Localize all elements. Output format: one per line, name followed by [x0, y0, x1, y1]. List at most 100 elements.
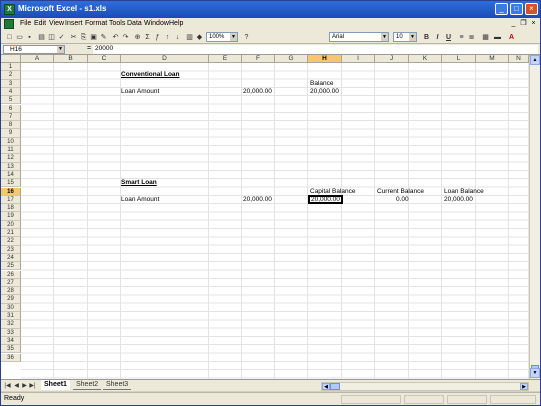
chart-wizard-icon[interactable]: ▥	[185, 33, 194, 42]
doc-close-button[interactable]: ×	[529, 20, 538, 29]
name-box[interactable]: H16 ▼	[3, 45, 65, 54]
chevron-down-icon[interactable]: ▼	[57, 46, 64, 53]
fill-color-icon[interactable]: ▬	[493, 33, 502, 42]
cell-h4[interactable]: 20,000.00	[310, 88, 339, 96]
row-header-2[interactable]: 2	[1, 71, 21, 80]
row-header-30[interactable]: 30	[1, 303, 21, 312]
column-header-g[interactable]: G	[275, 55, 308, 63]
spelling-icon[interactable]: ✓	[57, 33, 66, 42]
menu-view[interactable]: View	[49, 20, 64, 27]
row-header-12[interactable]: 12	[1, 154, 21, 163]
cell-l16[interactable]: 20,000.00	[444, 196, 473, 204]
row-header-19[interactable]: 19	[1, 212, 21, 221]
row-header-6[interactable]: 6	[1, 104, 21, 113]
workbook-icon[interactable]	[4, 19, 14, 29]
row-header-4[interactable]: 4	[1, 87, 21, 97]
function-icon[interactable]: ƒ	[153, 33, 162, 42]
menu-file[interactable]: File	[20, 20, 31, 27]
row-header-36[interactable]: 36	[1, 353, 21, 362]
menu-window[interactable]: Window	[144, 20, 169, 27]
row-header-16[interactable]: 16	[1, 187, 21, 196]
active-cell-h16[interactable]: 20,000.00	[308, 195, 343, 205]
cell-h3[interactable]: Balance	[310, 80, 334, 88]
cell-d14[interactable]: Smart Loan	[121, 179, 157, 187]
row-header-35[interactable]: 35	[1, 345, 21, 354]
bold-button[interactable]: B	[422, 33, 431, 42]
scroll-right-icon[interactable]: ▶	[520, 383, 528, 390]
formula-input[interactable]: 20000	[93, 45, 538, 54]
print-preview-icon[interactable]: ◫	[47, 33, 56, 42]
title-bar[interactable]: X Microsoft Excel - s1.xls _ □ ×	[1, 1, 540, 18]
doc-minimize-button[interactable]: _	[509, 20, 518, 29]
row-header-11[interactable]: 11	[1, 146, 21, 155]
align-left-icon[interactable]: ≡	[457, 33, 466, 42]
chevron-down-icon[interactable]: ▼	[409, 33, 416, 41]
hyperlink-icon[interactable]: ⊕	[133, 33, 142, 42]
help-icon[interactable]: ?	[242, 33, 251, 42]
column-header-e[interactable]: E	[209, 55, 242, 63]
italic-button[interactable]: I	[433, 33, 442, 42]
cell-d2[interactable]: Conventional Loan	[121, 71, 180, 79]
row-header-26[interactable]: 26	[1, 270, 21, 279]
align-center-icon[interactable]: ≣	[467, 33, 476, 42]
row-header-14[interactable]: 14	[1, 170, 21, 180]
column-header-i[interactable]: I	[342, 55, 375, 63]
cell-l15[interactable]: Loan Balance	[444, 188, 484, 196]
menu-data[interactable]: Data	[127, 20, 142, 27]
menu-tools[interactable]: Tools	[109, 20, 125, 27]
drawing-icon[interactable]: ◆	[195, 33, 204, 42]
row-header-22[interactable]: 22	[1, 237, 21, 246]
row-header-27[interactable]: 27	[1, 278, 21, 288]
borders-icon[interactable]: ▦	[481, 33, 490, 42]
cut-icon[interactable]: ✂	[69, 33, 78, 42]
print-icon[interactable]: ▤	[37, 33, 46, 42]
row-header-23[interactable]: 23	[1, 245, 21, 254]
row-header-21[interactable]: 21	[1, 229, 21, 238]
column-header-j[interactable]: J	[375, 55, 409, 63]
row-header-13[interactable]: 13	[1, 162, 21, 171]
font-select[interactable]: Arial ▼	[329, 32, 389, 42]
column-header-k[interactable]: K	[409, 55, 442, 63]
cell-f16[interactable]: 20,000.00	[243, 196, 272, 204]
sheet-tab-sheet2[interactable]: Sheet2	[73, 380, 102, 390]
row-header-20[interactable]: 20	[1, 220, 21, 229]
row-header-15[interactable]: 15	[1, 179, 21, 188]
select-all-button[interactable]	[1, 55, 21, 63]
row-header-25[interactable]: 25	[1, 262, 21, 271]
last-sheet-icon[interactable]: ▶|	[29, 382, 36, 390]
row-header-33[interactable]: 33	[1, 328, 21, 337]
menu-format[interactable]: Format	[85, 20, 107, 27]
sort-ascending-icon[interactable]: ↑	[163, 33, 172, 42]
chevron-down-icon[interactable]: ▼	[381, 33, 388, 41]
column-header-n[interactable]: N	[509, 55, 529, 63]
format-painter-icon[interactable]: ✎	[99, 33, 108, 42]
close-button[interactable]: ×	[525, 3, 538, 15]
sheet-tab-sheet1[interactable]: Sheet1	[41, 380, 70, 390]
row-header-31[interactable]: 31	[1, 312, 21, 321]
row-header-5[interactable]: 5	[1, 96, 21, 105]
column-header-l[interactable]: L	[442, 55, 476, 63]
column-header-c[interactable]: C	[88, 55, 121, 63]
row-header-34[interactable]: 34	[1, 336, 21, 346]
zoom-select[interactable]: 100% ▼	[206, 32, 238, 42]
undo-icon[interactable]: ↶	[111, 33, 120, 42]
row-header-10[interactable]: 10	[1, 137, 21, 146]
row-header-17[interactable]: 17	[1, 195, 21, 205]
row-header-8[interactable]: 8	[1, 121, 21, 130]
sort-descending-icon[interactable]: ↓	[173, 33, 182, 42]
column-header-b[interactable]: B	[54, 55, 88, 63]
excel-app-icon[interactable]: X	[4, 4, 15, 15]
sheet-tab-sheet3[interactable]: Sheet3	[103, 380, 132, 390]
open-icon[interactable]: ▭	[15, 33, 24, 42]
row-header-29[interactable]: 29	[1, 295, 21, 304]
prev-sheet-icon[interactable]: ◀	[13, 382, 20, 390]
save-icon[interactable]: ▪	[25, 33, 34, 42]
font-size-select[interactable]: 10 ▼	[393, 32, 417, 42]
menu-insert[interactable]: Insert	[65, 20, 83, 27]
next-sheet-icon[interactable]: ▶	[21, 382, 28, 390]
cell-j16[interactable]: 0.00	[396, 196, 409, 204]
column-header-a[interactable]: A	[21, 55, 54, 63]
cell-h15[interactable]: Capital Balance	[310, 188, 356, 196]
new-icon[interactable]: □	[5, 33, 14, 42]
row-header-3[interactable]: 3	[1, 79, 21, 88]
